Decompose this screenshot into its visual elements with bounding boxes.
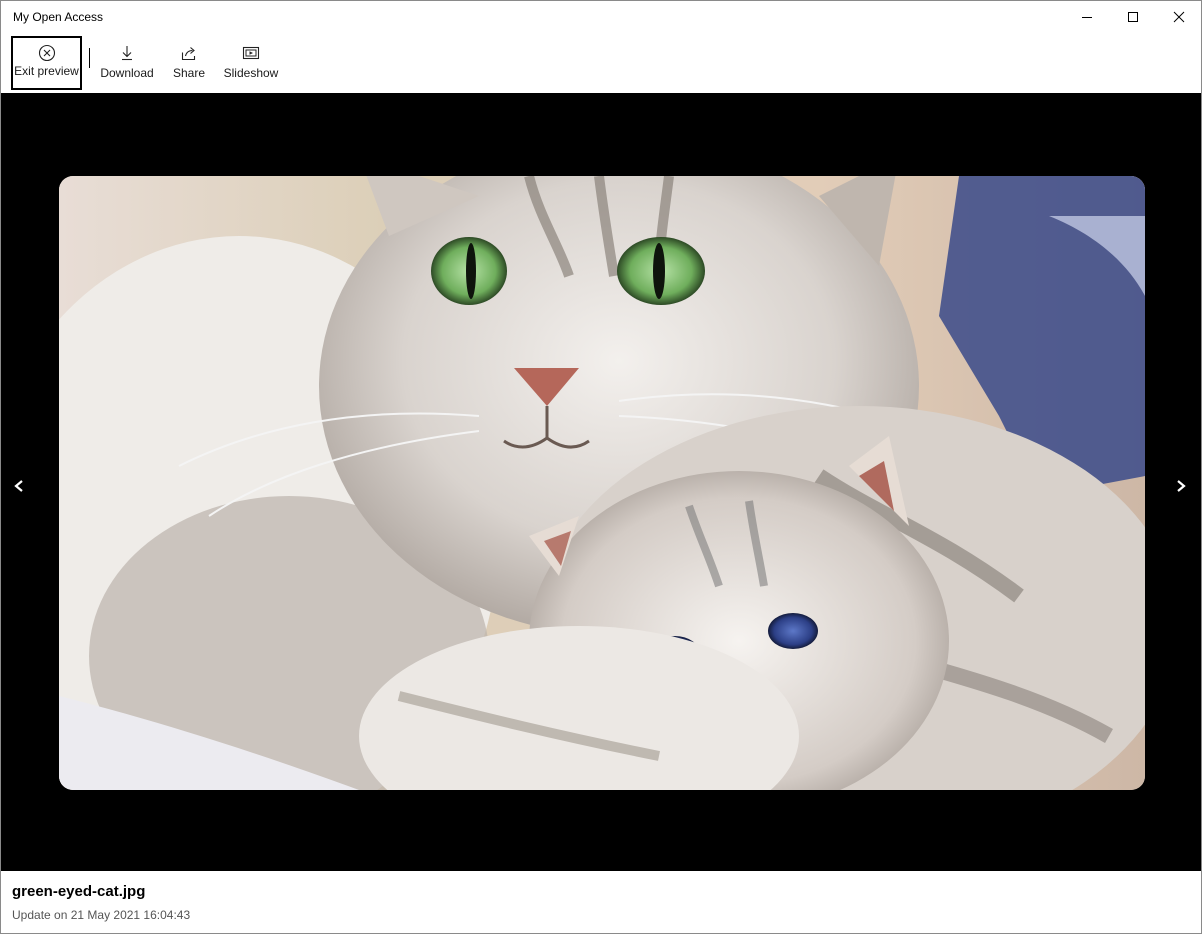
slideshow-label: Slideshow (223, 66, 279, 80)
close-icon (1173, 11, 1185, 23)
window-title: My Open Access (13, 10, 104, 24)
exit-preview-button[interactable]: Exit preview (11, 36, 82, 90)
exit-preview-label: Exit preview (14, 64, 79, 78)
image-preview-area (1, 93, 1201, 871)
file-updated-timestamp: Update on 21 May 2021 16:04:43 (12, 908, 191, 922)
photo-cat-and-kitten (59, 176, 1145, 790)
slideshow-button[interactable]: Slideshow (219, 36, 283, 90)
close-button[interactable] (1156, 1, 1201, 33)
slideshow-icon (242, 44, 260, 62)
maximize-button[interactable] (1110, 1, 1156, 33)
share-button[interactable]: Share (167, 36, 211, 90)
circle-x-icon (38, 44, 56, 62)
chevron-right-icon (1177, 480, 1186, 492)
app-window: My Open Access Exit preview Download Sha… (0, 0, 1202, 934)
file-details: green-eyed-cat.jpg Update on 21 May 2021… (1, 871, 1201, 933)
minimize-button[interactable] (1064, 1, 1110, 33)
share-arrow-icon (180, 44, 198, 62)
title-bar[interactable]: My Open Access (1, 1, 1201, 34)
download-arrow-icon (119, 44, 135, 62)
chevron-left-icon (14, 480, 23, 492)
share-label: Share (172, 66, 206, 80)
minimize-icon (1082, 17, 1092, 18)
maximize-icon (1128, 12, 1138, 22)
file-name: green-eyed-cat.jpg (12, 883, 146, 900)
toolbar-separator (89, 48, 90, 68)
download-label: Download (100, 66, 154, 80)
next-image-button[interactable] (1169, 471, 1193, 501)
previous-image-button[interactable] (7, 471, 31, 501)
download-button[interactable]: Download (96, 36, 158, 90)
